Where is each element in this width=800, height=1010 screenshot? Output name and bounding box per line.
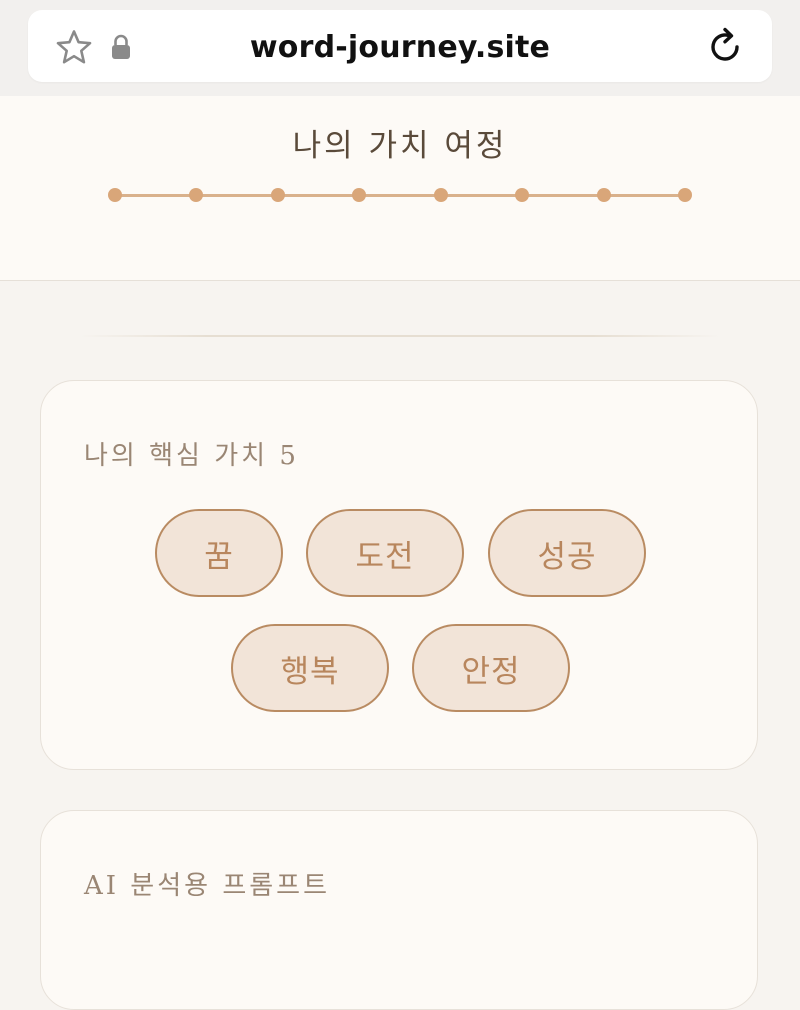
page-header: 나의 가치 여정 [0, 96, 800, 281]
progress-step-dot [515, 188, 530, 202]
value-chip[interactable]: 행복 [231, 624, 389, 712]
progress-step-dot [678, 188, 692, 202]
value-chip[interactable]: 성공 [488, 509, 646, 597]
progress-step-dot [189, 188, 204, 202]
core-values-title: 나의 핵심 가치 5 [84, 441, 299, 471]
progress-step-dot [352, 188, 367, 202]
reload-icon[interactable] [704, 26, 746, 68]
page-title: 나의 가치 여정 [292, 128, 508, 164]
progress-step-dot [270, 188, 285, 202]
value-chip[interactable]: 도전 [306, 509, 464, 597]
core-values-card: 나의 핵심 가치 5 꿈 도전 성공 행복 안정 [40, 380, 758, 770]
value-chip[interactable]: 안정 [412, 624, 570, 712]
browser-toolbar: word-journey.site [0, 0, 800, 96]
value-chip[interactable]: 꿈 [155, 509, 283, 597]
progress-step-dot [108, 188, 122, 202]
site-url[interactable]: word-journey.site [0, 28, 800, 68]
progress-step-dot [596, 188, 611, 202]
ai-prompt-card: AI 분석용 프롬프트 [40, 810, 758, 1010]
ai-prompt-title: AI 분석용 프롬프트 [84, 871, 331, 901]
section-divider [80, 335, 720, 337]
progress-step-dot [433, 188, 448, 202]
